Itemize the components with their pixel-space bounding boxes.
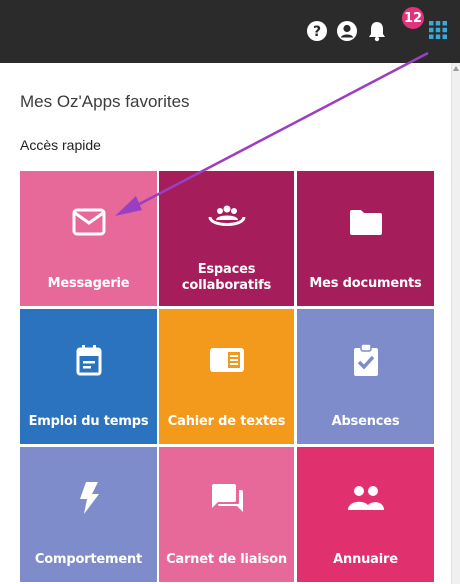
tile-label: Annuaire [333, 552, 398, 567]
people-icon [297, 477, 434, 519]
tile-label: Espaces collaboratifs [181, 262, 272, 293]
help-icon[interactable]: ? [306, 20, 328, 46]
group-icon [159, 197, 294, 239]
tile-cahier-de-textes[interactable]: Cahier de textes [159, 309, 294, 444]
user-icon[interactable] [336, 20, 358, 46]
clipboard-check-icon [297, 339, 434, 381]
apps-grid: Messagerie Espaces collaboratifs Mes doc… [20, 171, 434, 582]
tile-label: Cahier de textes [167, 414, 286, 429]
panel-title: Mes Oz'Apps favorites [20, 92, 190, 111]
bell-icon[interactable] [366, 20, 388, 46]
tile-mes-documents[interactable]: Mes documents [297, 171, 434, 306]
tile-label: Mes documents [309, 276, 422, 291]
tile-absences[interactable]: Absences [297, 309, 434, 444]
folder-icon [297, 201, 434, 243]
tile-messagerie[interactable]: Messagerie [20, 171, 157, 306]
tile-label: Emploi du temps [28, 414, 149, 429]
chat-icon [159, 477, 294, 519]
svg-text:?: ? [313, 24, 321, 40]
tile-comportement[interactable]: Comportement [20, 447, 157, 582]
scroll-up-arrow-icon[interactable] [453, 66, 459, 71]
apps-grid-icon[interactable] [428, 20, 448, 44]
tile-label: Comportement [34, 552, 143, 567]
top-bar: ? 12 [0, 0, 460, 63]
lightning-icon [20, 477, 157, 519]
section-title: Accès rapide [20, 137, 101, 153]
tile-annuaire[interactable]: Annuaire [297, 447, 434, 582]
tile-label: Messagerie [47, 276, 130, 291]
tile-emploi-du-temps[interactable]: Emploi du temps [20, 309, 157, 444]
envelope-icon [20, 201, 157, 243]
tile-espaces-collaboratifs[interactable]: Espaces collaboratifs [159, 171, 294, 306]
tile-label: Absences [331, 414, 400, 429]
tile-label: Carnet de liaison [166, 552, 287, 567]
notification-badge[interactable]: 12 [400, 5, 426, 31]
calendar-icon [20, 339, 157, 381]
notebook-icon [159, 339, 294, 381]
panel-scrollbar[interactable] [451, 63, 460, 584]
tile-carnet-de-liaison[interactable]: Carnet de liaison [159, 447, 294, 582]
